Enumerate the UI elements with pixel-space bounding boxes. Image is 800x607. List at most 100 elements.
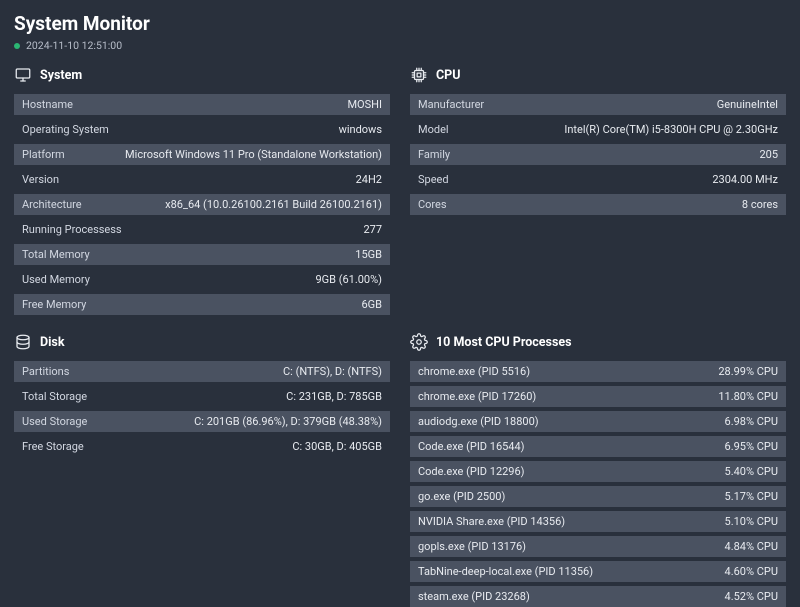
process-name: Code.exe (PID 16544) (418, 440, 525, 453)
cpu-card-title: CPU (436, 68, 460, 83)
row-value: Microsoft Windows 11 Pro (Standalone Wor… (125, 148, 382, 161)
row-key: Operating System (22, 123, 109, 136)
cpu-rows: Manufacturer GenuineIntel Model Intel(R) Co… (410, 94, 786, 215)
disk-rows: Partitions C: (NTFS), D: (NTFS) Total Stor… (14, 361, 390, 457)
row-value: MOSHI (347, 98, 382, 111)
table-row: Architecture x86_64 (10.0.26100.2161 Buil… (14, 194, 390, 215)
process-cpu: 11.80% CPU (718, 390, 778, 403)
row-value: C: 231GB, D: 785GB (286, 390, 382, 403)
process-list: chrome.exe (PID 5516)28.99% CPU chrome.ex… (410, 361, 786, 607)
process-name: go.exe (PID 2500) (418, 490, 505, 503)
row-value: 15GB (355, 248, 382, 261)
row-key: Model (418, 123, 449, 136)
process-row: audiodg.exe (PID 18800) 6.98% CPU (410, 411, 786, 432)
row-key: Total Storage (22, 390, 87, 403)
process-name: steam.exe (PID 23268) (418, 590, 530, 603)
system-rows: Hostname MOSHI Operating System windows Plat… (14, 94, 390, 315)
process-name: TabNine-deep-local.exe (PID 11356) (418, 565, 593, 578)
row-key: Cores (418, 198, 447, 211)
process-cpu: 6.98% CPU (725, 415, 778, 428)
row-key: Speed (418, 173, 449, 186)
row-key: Running Processess (22, 223, 122, 236)
process-cpu: 5.10% CPU (725, 515, 778, 528)
row-value: 24H2 (356, 173, 382, 186)
header: System Monitor 2024-11-10 12:51:00 (14, 12, 786, 52)
row-key: Partitions (22, 365, 69, 378)
process-row: steam.exe (PID 23268) 4.52% CPU (410, 586, 786, 607)
table-row: Partitions C: (NTFS), D: (NTFS) (14, 361, 390, 382)
row-key: Used Memory (22, 273, 90, 286)
process-name: audiodg.exe (PID 18800) (418, 415, 539, 428)
hard-drive-icon (14, 333, 32, 351)
row-value: 277 (363, 223, 382, 236)
row-key: Free Memory (22, 298, 86, 311)
row-key: Architecture (22, 198, 82, 211)
row-key: Hostname (22, 98, 73, 111)
process-row: chrome.exe (PID 5516)28.99% CPU (410, 361, 786, 382)
system-card: System Hostname MOSHI Operating System wind… (14, 66, 390, 315)
row-value: 2304.00 MHz (712, 173, 778, 186)
row-value: windows (339, 123, 382, 136)
top-processes-card-title: 10 Most CPU Processes (436, 335, 572, 350)
system-card-header: System (14, 66, 390, 84)
process-row: Code.exe (PID 16544) 6.95% CPU (410, 436, 786, 457)
monitor-icon (14, 66, 32, 84)
table-row: Cores 8 cores (410, 194, 786, 215)
cpu-card-header: CPU (410, 66, 786, 84)
table-row: Platform Microsoft Windows 11 Pro (Standa… (14, 144, 390, 165)
process-cpu: 6.95% CPU (725, 440, 778, 453)
process-row: gopls.exe (PID 13176)4.84% CPU (410, 536, 786, 557)
process-cpu: 4.52% CPU (725, 590, 778, 603)
table-row: Family 205 (410, 144, 786, 165)
row-value: 8 cores (742, 198, 778, 211)
row-value: 9GB (61.00%) (315, 273, 382, 286)
cpu-card: CPU Manufacturer GenuineIntel Model Intel(R… (410, 66, 786, 315)
row-value: C: 30GB, D: 405GB (292, 440, 382, 453)
table-row: Hostname MOSHI (14, 94, 390, 115)
row-key: Manufacturer (418, 98, 484, 111)
row-value: x86_64 (10.0.26100.2161 Build 26100.2161… (165, 198, 382, 211)
table-row: Speed 2304.00 MHz (410, 169, 786, 190)
process-row: chrome.exe (PID 17260)11.80% CPU (410, 386, 786, 407)
row-value: Intel(R) Core(TM) i5-8300H CPU @ 2.30GHz (564, 123, 778, 136)
system-card-title: System (40, 68, 82, 83)
process-cpu: 4.60% CPU (725, 565, 778, 578)
row-value: C: 201GB (86.96%), D: 379GB (48.38%) (194, 415, 382, 428)
table-row: Free Storage C: 30GB, D: 405GB (14, 436, 390, 457)
gear-icon (410, 333, 428, 351)
table-row: Model Intel(R) Core(TM) i5-8300H CPU @ 2.… (410, 119, 786, 140)
table-row: Total Storage C: 231GB, D: 785GB (14, 386, 390, 407)
status-dot-icon (14, 43, 20, 49)
row-value: 205 (759, 148, 778, 161)
header-timestamp: 2024-11-10 12:51:00 (26, 39, 122, 52)
disk-card-header: Disk (14, 333, 390, 351)
table-row: Operating System windows (14, 119, 390, 140)
process-row: NVIDIA Share.exe (PID 14356) 5.10% CPU (410, 511, 786, 532)
table-row: Running Processess 277 (14, 219, 390, 240)
table-row: Used Storage C: 201GB (86.96%), D: 379GB … (14, 411, 390, 432)
process-cpu: 5.40% CPU (725, 465, 778, 478)
row-key: Total Memory (22, 248, 90, 261)
row-value: 6GB (361, 298, 382, 311)
process-row: TabNine-deep-local.exe (PID 11356) 4.60% … (410, 561, 786, 582)
process-name: NVIDIA Share.exe (PID 14356) (418, 515, 565, 528)
table-row: Manufacturer GenuineIntel (410, 94, 786, 115)
disk-card-title: Disk (40, 335, 65, 350)
dashboard-grid: System Hostname MOSHI Operating System wind… (14, 66, 786, 607)
row-key: Platform (22, 148, 65, 161)
row-value: GenuineIntel (717, 98, 778, 111)
process-name: Code.exe (PID 12296) (418, 465, 525, 478)
row-value: C: (NTFS), D: (NTFS) (283, 365, 382, 378)
disk-card: Disk Partitions C: (NTFS), D: (NTFS) Total… (14, 333, 390, 607)
row-key: Version (22, 173, 59, 186)
table-row: Free Memory 6GB (14, 294, 390, 315)
row-key: Family (418, 148, 450, 161)
table-row: Version 24H2 (14, 169, 390, 190)
row-key: Used Storage (22, 415, 87, 428)
top-processes-card: 10 Most CPU Processes chrome.exe (PID 55… (410, 333, 786, 607)
process-row: Code.exe (PID 12296) 5.40% CPU (410, 461, 786, 482)
table-row: Total Memory 15GB (14, 244, 390, 265)
row-key: Free Storage (22, 440, 84, 453)
process-cpu: 5.17% CPU (725, 490, 778, 503)
page-title: System Monitor (14, 12, 786, 35)
